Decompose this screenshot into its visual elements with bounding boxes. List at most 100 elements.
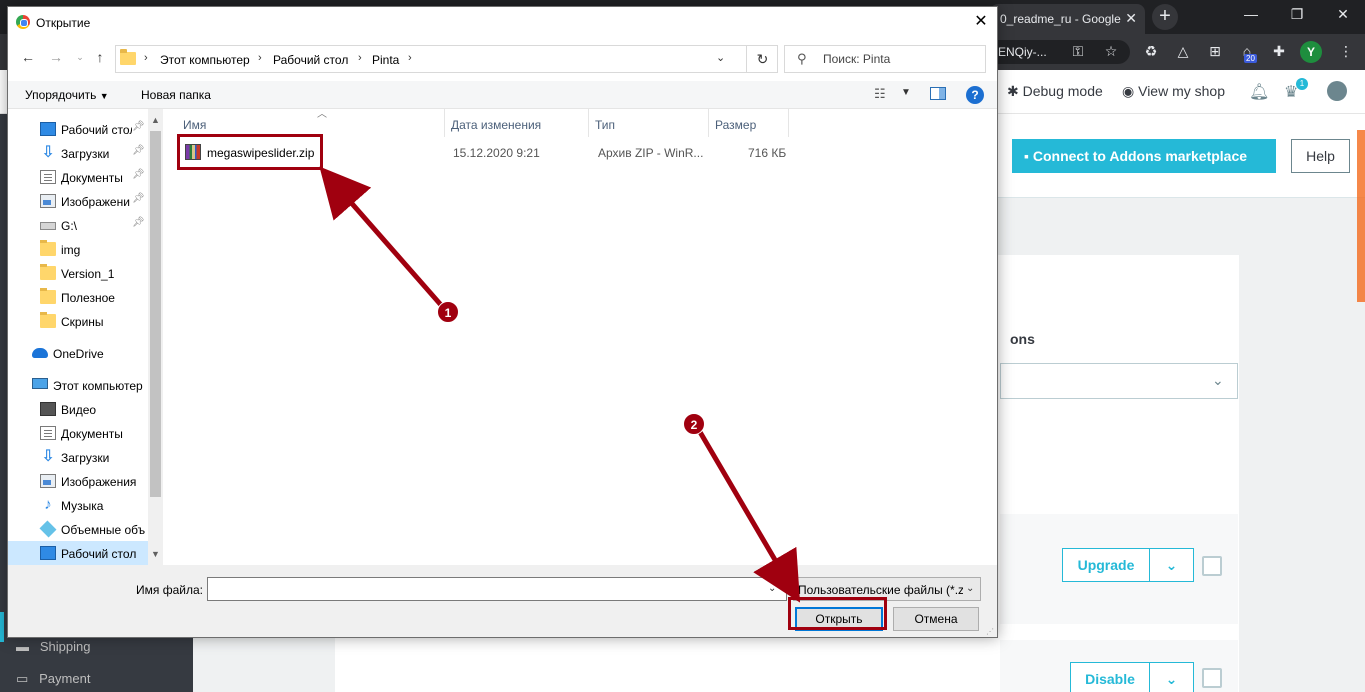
new-folder-button[interactable]: Новая папка <box>141 88 211 102</box>
file-open-dialog: Открытие ✕ ← → ⌄ ↑ › Этот компьютер › Ра… <box>7 6 998 638</box>
nav-item[interactable]: img <box>8 237 148 261</box>
breadcrumb-pinta[interactable]: Pinta <box>372 53 399 67</box>
column-header-type[interactable]: Тип <box>589 109 709 137</box>
bookmark-star-icon[interactable]: ☆ <box>1101 43 1121 60</box>
recycle-icon[interactable]: ♻ <box>1141 43 1161 60</box>
file-name-input[interactable] <box>211 582 761 596</box>
downloads-icon: ⇩ <box>41 144 55 161</box>
breadcrumb-this-pc[interactable]: Этот компьютер <box>160 53 250 67</box>
back-arrow-icon[interactable]: ← <box>18 49 38 65</box>
nav-item[interactable]: Полезное <box>8 285 148 309</box>
chevron-down-icon[interactable]: ⌄ <box>768 583 776 594</box>
nav-item[interactable]: Документы <box>8 421 148 445</box>
file-size: 716 КБ <box>748 146 787 160</box>
view-my-shop-link[interactable]: ◉ View my shop <box>1122 83 1225 100</box>
upgrade-dropdown-button[interactable]: ⌄ <box>1149 548 1194 582</box>
extensions-puzzle-icon[interactable]: ✚ <box>1269 43 1289 60</box>
nav-item[interactable]: Объемные объ <box>8 517 148 541</box>
module-checkbox[interactable] <box>1202 668 1222 688</box>
sidebar-item-shipping[interactable]: ▬ Shipping <box>16 639 90 654</box>
nav-item[interactable]: OneDrive <box>8 341 148 365</box>
user-account-icon[interactable] <box>1327 81 1347 101</box>
connect-addons-button[interactable]: ▪ Connect to Addons marketplace <box>1012 139 1276 173</box>
file-name-combobox[interactable]: ⌄ <box>207 577 787 601</box>
upgrade-button[interactable]: Upgrade <box>1062 548 1150 582</box>
caret-down-icon[interactable]: ▼ <box>901 87 911 98</box>
debug-mode-link[interactable]: ✱ Debug mode <box>1007 83 1103 100</box>
folder-icon <box>40 312 56 328</box>
restore-icon[interactable]: ❐ <box>1287 6 1307 23</box>
filter-select[interactable] <box>1000 363 1238 399</box>
nav-item[interactable]: Изображения <box>8 469 148 493</box>
folder-icon <box>40 240 56 256</box>
nav-item[interactable]: ⇩ Загрузки 📌︎ <box>8 141 148 165</box>
music-icon: ♪ <box>44 496 52 513</box>
minimize-icon[interactable]: — <box>1241 6 1261 22</box>
help-button[interactable]: Help <box>1291 139 1350 173</box>
video-icon <box>40 402 56 416</box>
refresh-icon[interactable]: ↻ <box>746 46 778 72</box>
file-name-label: Имя файла: <box>136 583 203 597</box>
nav-item[interactable]: Скрины <box>8 309 148 333</box>
nav-item[interactable]: ⇩ Загрузки <box>8 445 148 469</box>
breadcrumb-separator-icon[interactable]: › <box>144 52 148 64</box>
up-arrow-icon[interactable]: ↑ <box>90 49 110 65</box>
module-checkbox[interactable] <box>1202 556 1222 576</box>
view-options-icon[interactable]: ☷ <box>874 86 886 102</box>
tab-close-icon[interactable]: ✕ <box>1125 10 1137 27</box>
translate-icon[interactable]: ⊞ <box>1205 43 1225 60</box>
navigation-scrollbar[interactable]: ▲ ▼ <box>148 109 163 565</box>
nav-item[interactable]: Изображени 📌︎ <box>8 189 148 213</box>
forward-arrow-icon[interactable]: → <box>46 49 66 65</box>
profile-avatar[interactable]: Y <box>1300 41 1322 63</box>
browser-tab-title: 0_readme_ru - Google <box>1000 12 1121 26</box>
nav-item-label: Видео <box>61 403 97 417</box>
scroll-thumb[interactable] <box>150 131 161 497</box>
browser-menu-icon[interactable]: ⋮ <box>1336 43 1356 60</box>
key-icon[interactable]: ⚿ <box>1068 43 1088 60</box>
browser-tab[interactable]: 0_readme_ru - Google ✕ <box>990 4 1145 34</box>
new-tab-button[interactable]: + <box>1152 4 1178 30</box>
recent-locations-chevron-icon[interactable]: ⌄ <box>70 52 90 63</box>
chevron-down-icon[interactable]: ⌄ <box>716 51 725 64</box>
disable-button[interactable]: Disable <box>1070 662 1150 692</box>
nav-item[interactable]: Этот компьютер <box>8 373 148 397</box>
scroll-down-icon[interactable]: ▼ <box>148 547 163 562</box>
nav-item[interactable]: Документы 📌︎ <box>8 165 148 189</box>
nav-item[interactable]: Рабочий стол 📌︎ <box>8 117 148 141</box>
column-header-date[interactable]: Дата изменения <box>445 109 589 137</box>
resize-grip-icon[interactable]: ⋰ <box>986 627 994 636</box>
help-icon[interactable]: ? <box>966 86 984 104</box>
section-label: ons <box>1010 331 1035 347</box>
nav-item[interactable]: G:\ 📌︎ <box>8 213 148 237</box>
search-input[interactable] <box>823 52 973 66</box>
window-close-icon[interactable]: ✕ <box>1333 6 1353 23</box>
column-header-name[interactable]: Имя ︿ <box>177 109 445 137</box>
close-icon[interactable]: ✕ <box>966 11 996 33</box>
notification-count: 1 <box>1296 78 1308 90</box>
organize-button[interactable]: Упорядочить ▼ <box>25 88 109 102</box>
drive-extension-icon[interactable]: △ <box>1173 43 1193 60</box>
search-box[interactable]: ⚲ <box>784 45 986 73</box>
nav-item[interactable]: ♪ Музыка <box>8 493 148 517</box>
pin-icon: 📌︎ <box>132 217 145 228</box>
nav-item-label: G:\ <box>61 219 78 233</box>
breadcrumb-separator-icon[interactable]: › <box>408 52 412 64</box>
preview-pane-icon[interactable] <box>930 87 946 100</box>
breadcrumb-separator-icon[interactable]: › <box>258 52 262 64</box>
cancel-button[interactable]: Отмена <box>893 607 979 631</box>
disable-dropdown-button[interactable]: ⌄ <box>1149 662 1194 692</box>
nav-item[interactable]: Рабочий стол <box>8 541 148 565</box>
column-header-size[interactable]: Размер <box>709 109 789 137</box>
breadcrumb-desktop[interactable]: Рабочий стол <box>273 53 348 67</box>
nav-item[interactable]: Version_1 <box>8 261 148 285</box>
address-breadcrumb-bar[interactable]: › Этот компьютер › Рабочий стол › Pinta … <box>115 45 778 73</box>
nav-item[interactable]: Видео <box>8 397 148 421</box>
bell-icon[interactable]: 🔔︎ <box>1249 82 1269 102</box>
organize-label: Упорядочить <box>25 88 97 102</box>
breadcrumb-separator-icon[interactable]: › <box>358 52 362 64</box>
sidebar-item-payment[interactable]: ▭ Payment <box>16 671 90 687</box>
scroll-up-icon[interactable]: ▲ <box>148 113 163 128</box>
nav-item-label: Загрузки <box>61 147 110 161</box>
sidebar-active-indicator <box>0 612 4 642</box>
